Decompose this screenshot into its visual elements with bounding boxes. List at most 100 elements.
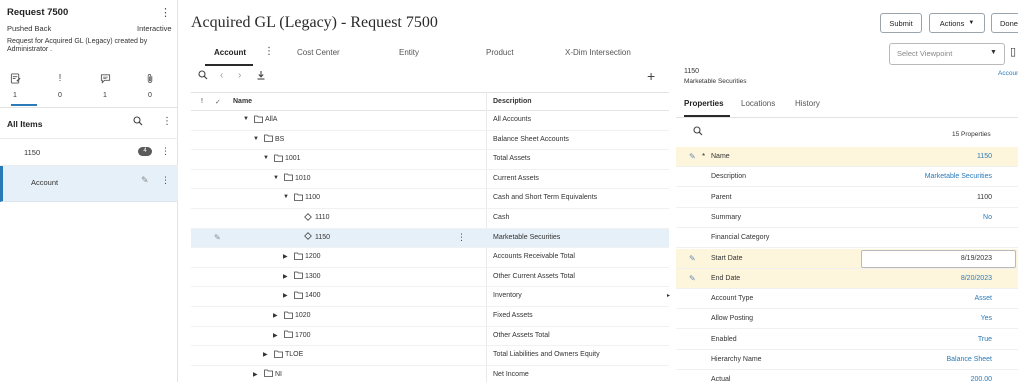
table-row[interactable]: ▶ 1400 Inventory (191, 287, 669, 307)
request-details-icon[interactable] (4, 68, 26, 88)
table-row[interactable]: ▼ BS Balance Sheet Accounts (191, 131, 669, 151)
expand-icon[interactable]: ▶ (283, 273, 288, 280)
table-row[interactable]: ▶ 1200 Accounts Receivable Total (191, 248, 669, 268)
tab-entity[interactable]: Entity (399, 48, 419, 57)
edit-icon[interactable]: ✎ (141, 175, 149, 186)
node-description: Accounts Receivable Total (493, 253, 575, 261)
name-column-header[interactable]: Name (233, 98, 252, 105)
request-menu-icon[interactable]: ⋮ (160, 6, 171, 19)
node-name: 1010 (295, 174, 311, 182)
node-name: 1150 (315, 233, 331, 241)
search-icon[interactable] (198, 70, 208, 83)
table-row[interactable]: ▼ AllA All Accounts (191, 111, 669, 131)
chevron-down-icon[interactable]: ▼ (990, 49, 997, 56)
table-row[interactable]: ▶ TLOE Total Liabilities and Owners Equity (191, 346, 669, 366)
property-label: Allow Posting (711, 315, 754, 323)
property-row[interactable]: Allow Posting Yes (676, 309, 1018, 330)
property-row[interactable]: Summary No (676, 208, 1018, 228)
items-menu-icon[interactable]: ⋮ (162, 116, 172, 127)
expand-icon[interactable]: ▶ (273, 332, 278, 339)
property-value[interactable]: Balance Sheet (946, 356, 992, 363)
submit-button[interactable]: Submit (880, 13, 922, 33)
collapse-icon[interactable]: ▼ (263, 155, 269, 161)
tab-menu-icon[interactable]: ⋮ (264, 46, 274, 57)
edit-icon[interactable]: ✎ (689, 152, 696, 161)
attachments-icon[interactable] (139, 68, 161, 88)
collapse-icon[interactable]: ▼ (243, 116, 249, 122)
collapse-icon[interactable]: ▼ (283, 194, 289, 200)
collapse-icon[interactable]: ▼ (273, 175, 279, 181)
item-menu-icon[interactable]: ⋮ (161, 146, 170, 157)
edit-icon[interactable]: ✎ (689, 274, 696, 283)
viewpoint-view-icon[interactable]: ▯ (1010, 45, 1016, 58)
property-label: Enabled (711, 335, 737, 343)
done-button[interactable]: Done (991, 13, 1018, 33)
node-name: TLOE (285, 351, 304, 359)
table-row[interactable]: ▶ 1300 Other Current Assets Total (191, 268, 669, 288)
expand-icon[interactable]: ▶ (253, 371, 258, 378)
property-value[interactable]: 200.00 (971, 376, 992, 382)
search-icon[interactable] (133, 116, 143, 129)
comments-icon[interactable] (94, 68, 116, 88)
property-value[interactable]: 8/20/2023 (961, 275, 992, 282)
node-name: 1110 (315, 214, 330, 221)
description-column-header[interactable]: Description (493, 98, 532, 105)
property-row[interactable]: Actual 200.00 (676, 370, 1018, 382)
table-row[interactable]: ▼ 1001 Total Assets (191, 150, 669, 170)
tab-account[interactable]: Account (214, 48, 246, 57)
download-icon[interactable] (256, 70, 266, 83)
property-value[interactable]: True (978, 336, 992, 343)
expand-icon[interactable]: ▶ (283, 253, 288, 260)
panel-splitter-icon[interactable]: ▸ (667, 292, 670, 299)
property-value[interactable]: Yes (981, 315, 992, 322)
request-tab-counts: 1 0 1 0 (0, 92, 178, 104)
property-row[interactable]: ✎ Start Date 8/19/2023 (676, 248, 1018, 269)
table-row[interactable]: ▼ 1010 Current Assets (191, 170, 669, 190)
table-row[interactable]: 1110 Cash (191, 209, 669, 229)
table-row[interactable]: ▶ 1020 Fixed Assets (191, 307, 669, 327)
folder-icon (284, 311, 293, 321)
property-value[interactable]: Asset (974, 295, 992, 302)
divider (0, 107, 178, 108)
tab-product[interactable]: Product (486, 48, 514, 57)
property-row[interactable]: Financial Category (676, 228, 1018, 249)
row-menu-icon[interactable]: ⋮ (457, 232, 466, 243)
tab-properties[interactable]: Properties (684, 99, 724, 108)
request-mode: Interactive (137, 24, 172, 33)
edit-icon[interactable]: ✎ (689, 254, 696, 263)
property-row[interactable]: Account Type Asset (676, 289, 1018, 310)
property-row[interactable]: Hierarchy Name Balance Sheet (676, 350, 1018, 370)
property-row[interactable]: Enabled True (676, 330, 1018, 350)
table-row[interactable]: ▼ 1100 Cash and Short Term Equivalents (191, 189, 669, 209)
previous-icon[interactable]: ‹ (220, 70, 223, 81)
active-tab-underline (205, 64, 253, 66)
list-item-selected[interactable] (0, 166, 178, 202)
property-value[interactable]: 1150 (977, 153, 992, 160)
expand-icon[interactable]: ▶ (263, 351, 268, 358)
table-row[interactable]: ▶ NI Net Income (191, 366, 669, 382)
add-icon[interactable]: + (647, 68, 655, 84)
tab-x-dim-intersection[interactable]: X-Dim Intersection (565, 48, 631, 57)
node-type-link[interactable]: Account (998, 70, 1018, 77)
sub-item-menu-icon[interactable]: ⋮ (161, 175, 170, 186)
property-row[interactable]: ✎ * Name 1150 (676, 147, 1018, 167)
next-icon[interactable]: › (238, 70, 241, 81)
property-row[interactable]: ✎ End Date 8/20/2023 (676, 268, 1018, 289)
table-row[interactable]: ▶ 1700 Other Assets Total (191, 327, 669, 347)
date-input[interactable] (861, 249, 1016, 268)
actions-button[interactable]: Actions ▼ (929, 13, 985, 33)
search-icon[interactable] (693, 126, 703, 139)
expand-icon[interactable]: ▶ (273, 312, 278, 319)
property-row[interactable]: Description Marketable Securities (676, 167, 1018, 188)
property-value[interactable]: Marketable Securities (925, 173, 992, 180)
tab-locations[interactable]: Locations (741, 99, 775, 108)
tab-cost-center[interactable]: Cost Center (297, 48, 340, 57)
property-value[interactable]: No (983, 214, 992, 221)
node-name: NI (275, 370, 282, 378)
table-row[interactable]: 1150 Marketable Securities ✎ ⋮ (191, 228, 669, 249)
property-row[interactable]: Parent 1100 (676, 188, 1018, 208)
collapse-icon[interactable]: ▼ (253, 136, 259, 142)
issues-icon[interactable]: ! (49, 68, 71, 88)
expand-icon[interactable]: ▶ (283, 292, 288, 299)
tab-history[interactable]: History (795, 99, 820, 108)
